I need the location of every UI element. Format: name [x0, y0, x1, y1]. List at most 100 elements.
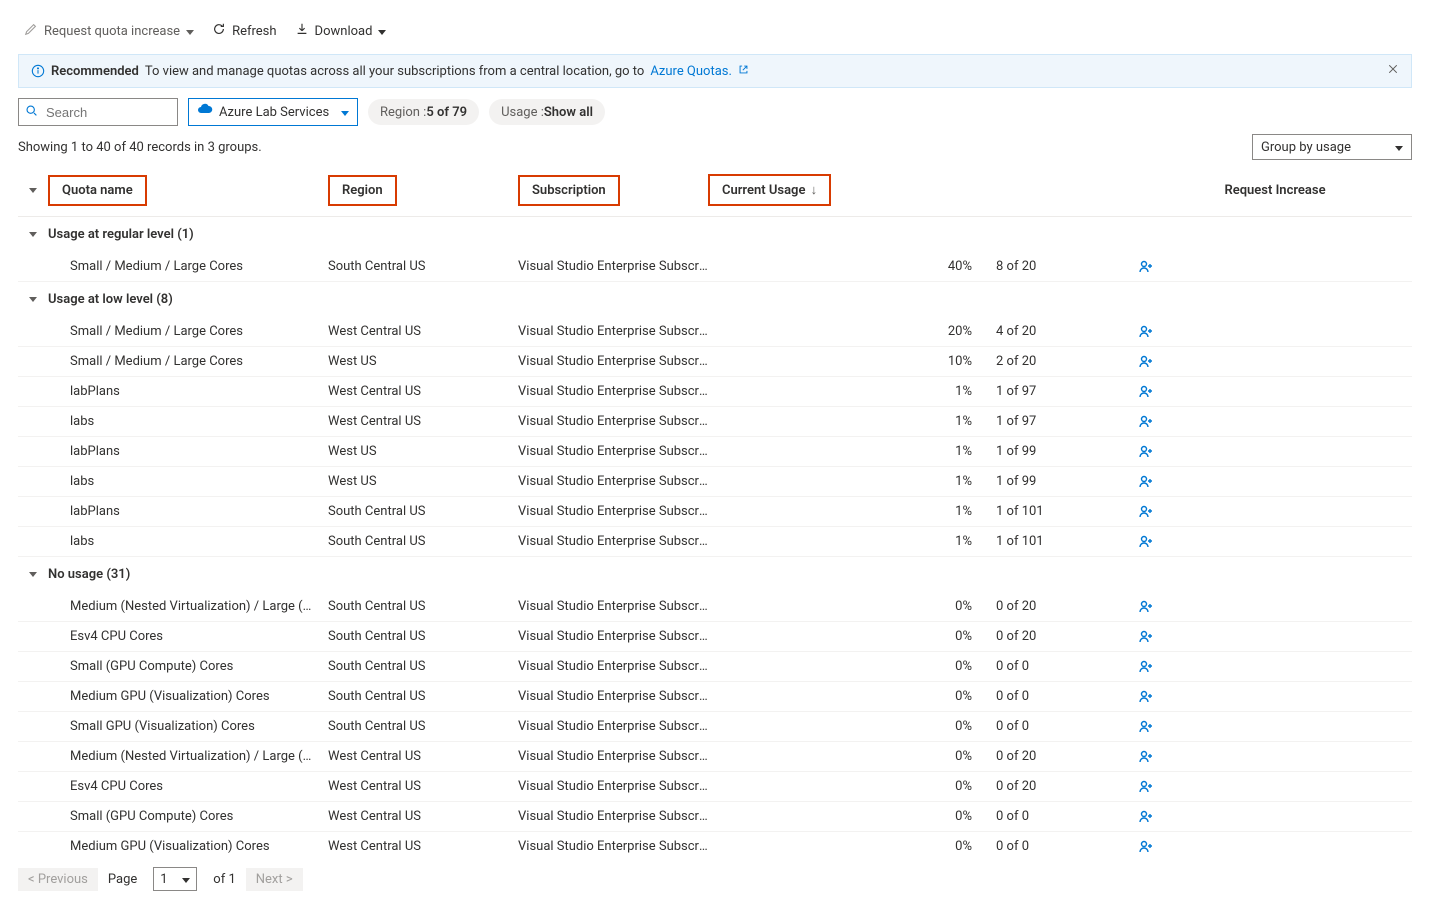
- page-select[interactable]: 1: [153, 867, 197, 891]
- cell-quota: Medium (Nested Virtualization) / Large (…: [70, 749, 328, 764]
- request-increase-button[interactable]: [1138, 839, 1412, 855]
- cell-quota: labPlans: [70, 384, 328, 399]
- cell-percent: 0%: [928, 749, 978, 764]
- close-banner-button[interactable]: [1387, 63, 1399, 79]
- group-title: Usage at regular level (1): [48, 227, 194, 242]
- region-filter-value: 5 of 79: [426, 105, 467, 120]
- search-input[interactable]: [44, 104, 171, 121]
- chevron-down-icon: [1395, 140, 1403, 155]
- cell-region: West Central US: [328, 809, 518, 824]
- request-increase-button[interactable]: [1138, 354, 1412, 370]
- recommended-label: Recommended: [51, 64, 139, 79]
- azure-quotas-link[interactable]: Azure Quotas.: [650, 64, 732, 79]
- cell-region: West Central US: [328, 414, 518, 429]
- cell-of: 0 of 20: [978, 599, 1138, 614]
- search-input-wrapper[interactable]: [18, 98, 178, 126]
- request-increase-button[interactable]: [1138, 414, 1412, 430]
- group-header[interactable]: Usage at regular level (1): [18, 217, 1412, 252]
- banner-text: To view and manage quotas across all you…: [145, 64, 644, 79]
- cell-percent: 0%: [928, 599, 978, 614]
- cloud-icon: [197, 102, 213, 122]
- cell-region: West US: [328, 444, 518, 459]
- request-increase-button[interactable]: [1138, 534, 1412, 550]
- download-button[interactable]: Download: [289, 18, 393, 44]
- cell-quota: Esv4 CPU Cores: [70, 779, 328, 794]
- cell-subscription: Visual Studio Enterprise Subscri…: [518, 504, 708, 519]
- info-icon: [31, 64, 45, 78]
- table-row: Small (GPU Compute) Cores South Central …: [18, 652, 1412, 682]
- provider-select[interactable]: Azure Lab Services: [188, 98, 358, 126]
- cell-region: West US: [328, 474, 518, 489]
- cell-region: South Central US: [328, 719, 518, 734]
- request-increase-button[interactable]: [1138, 599, 1412, 615]
- group-header[interactable]: No usage (31): [18, 557, 1412, 592]
- refresh-button[interactable]: Refresh: [206, 18, 282, 44]
- cell-quota: Medium (Nested Virtualization) / Large (…: [70, 599, 328, 614]
- request-increase-button[interactable]: [1138, 809, 1412, 825]
- header-request-label: Request Increase: [1224, 183, 1325, 198]
- cell-quota: Small / Medium / Large Cores: [70, 354, 328, 369]
- cell-quota: labs: [70, 534, 328, 549]
- expand-all-toggle[interactable]: [18, 188, 48, 193]
- request-increase-button[interactable]: [1138, 629, 1412, 645]
- region-filter-pill[interactable]: Region : 5 of 79: [368, 99, 479, 125]
- cell-percent: 0%: [928, 839, 978, 854]
- page-of-label: of 1: [213, 872, 235, 887]
- cell-percent: 1%: [928, 534, 978, 549]
- header-usage[interactable]: Current Usage ↓: [708, 174, 978, 206]
- table-row: Medium GPU (Visualization) Cores West Ce…: [18, 832, 1412, 857]
- cell-quota: Small / Medium / Large Cores: [70, 324, 328, 339]
- request-increase-button[interactable]: [1138, 504, 1412, 520]
- table-row: Small GPU (Visualization) Cores South Ce…: [18, 712, 1412, 742]
- cell-of: 0 of 0: [978, 689, 1138, 704]
- usage-filter-pill[interactable]: Usage : Show all: [489, 99, 605, 125]
- table-row: Esv4 CPU Cores West Central US Visual St…: [18, 772, 1412, 802]
- cell-subscription: Visual Studio Enterprise Subscri…: [518, 779, 708, 794]
- cell-region: South Central US: [328, 659, 518, 674]
- request-increase-button[interactable]: [1138, 384, 1412, 400]
- group-header[interactable]: Usage at low level (8): [18, 282, 1412, 317]
- request-increase-button[interactable]: [1138, 474, 1412, 490]
- cell-quota: Medium GPU (Visualization) Cores: [70, 689, 328, 704]
- cell-percent: 40%: [928, 259, 978, 274]
- next-page-button[interactable]: Next >: [246, 868, 303, 891]
- header-request[interactable]: Request Increase: [1138, 183, 1412, 198]
- header-region[interactable]: Region: [328, 175, 518, 206]
- request-increase-button[interactable]: [1138, 689, 1412, 705]
- request-quota-increase-button[interactable]: Request quota increase: [18, 18, 200, 44]
- cell-of: 1 of 101: [978, 534, 1138, 549]
- previous-page-button[interactable]: < Previous: [18, 868, 98, 891]
- summary-row: Showing 1 to 40 of 40 records in 3 group…: [18, 134, 1412, 160]
- header-quota[interactable]: Quota name: [48, 175, 328, 206]
- request-increase-button[interactable]: [1138, 324, 1412, 340]
- request-increase-button[interactable]: [1138, 719, 1412, 735]
- cell-quota: labs: [70, 474, 328, 489]
- table-header: Quota name Region Subscription Current U…: [18, 168, 1412, 217]
- provider-label: Azure Lab Services: [219, 105, 329, 120]
- request-increase-button[interactable]: [1138, 259, 1412, 275]
- cell-region: South Central US: [328, 259, 518, 274]
- table-row: Medium (Nested Virtualization) / Large (…: [18, 742, 1412, 772]
- cell-region: South Central US: [328, 599, 518, 614]
- search-icon: [25, 104, 38, 121]
- cell-quota: Small / Medium / Large Cores: [70, 259, 328, 274]
- header-subscription-label: Subscription: [532, 183, 606, 198]
- cell-percent: 0%: [928, 719, 978, 734]
- cell-subscription: Visual Studio Enterprise Subscri…: [518, 749, 708, 764]
- cell-subscription: Visual Studio Enterprise Subscri…: [518, 444, 708, 459]
- cell-quota: Medium GPU (Visualization) Cores: [70, 839, 328, 854]
- request-increase-button[interactable]: [1138, 444, 1412, 460]
- request-increase-button[interactable]: [1138, 779, 1412, 795]
- cell-of: 0 of 0: [978, 839, 1138, 854]
- cell-region: South Central US: [328, 689, 518, 704]
- header-usage-label: Current Usage: [722, 183, 805, 198]
- cell-region: South Central US: [328, 504, 518, 519]
- group-by-select[interactable]: Group by usage: [1252, 134, 1412, 160]
- cell-of: 2 of 20: [978, 354, 1138, 369]
- request-increase-button[interactable]: [1138, 749, 1412, 765]
- cell-subscription: Visual Studio Enterprise Subscri…: [518, 659, 708, 674]
- table-row: labs West Central US Visual Studio Enter…: [18, 407, 1412, 437]
- header-subscription[interactable]: Subscription: [518, 175, 708, 206]
- request-increase-button[interactable]: [1138, 659, 1412, 675]
- cell-of: 1 of 97: [978, 384, 1138, 399]
